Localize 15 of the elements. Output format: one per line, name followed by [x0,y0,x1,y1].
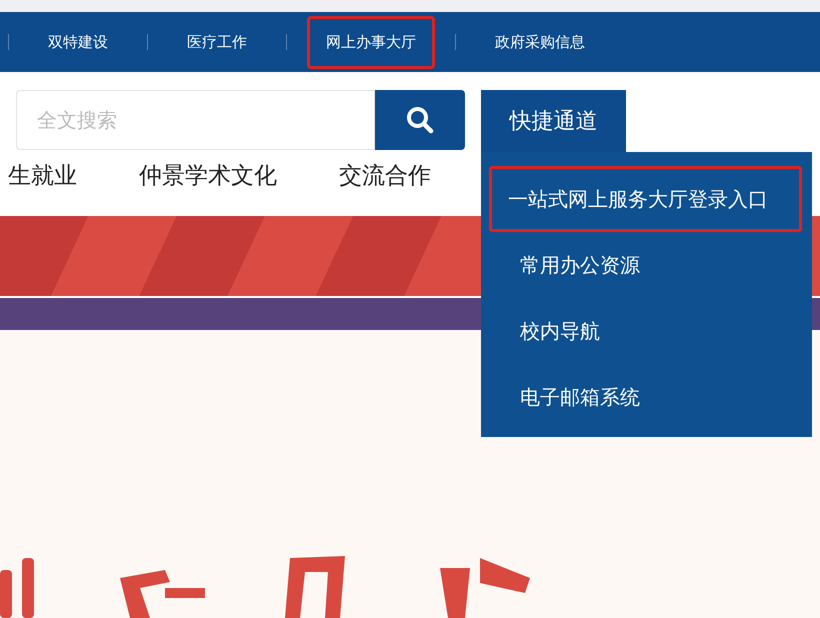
dropdown-item[interactable]: 校内导航 [491,298,802,364]
main-nav-link[interactable]: 仲景学术文化 [139,160,277,191]
main-nav-link[interactable]: 生就业 [8,160,77,191]
top-nav-link[interactable]: 政府采购信息 [476,16,604,68]
main-nav-link[interactable]: 交流合作 [339,160,431,191]
top-nav-link[interactable]: 双特建设 [29,16,127,68]
dropdown-item[interactable]: 电子邮箱系统 [491,364,802,430]
search-icon [405,105,435,135]
top-nav-link[interactable]: 网上办事大厅 [307,16,435,68]
top-nav-link[interactable]: 医疗工作 [168,16,266,68]
dropdown-item[interactable]: 常用办公资源 [491,232,802,298]
quick-access-tab[interactable]: 快捷通道 [481,90,626,152]
dropdown-item[interactable]: 一站式网上服务大厅登录入口 [489,166,802,232]
search-field[interactable]: 全文搜索 [16,90,375,150]
search-button[interactable] [375,90,465,150]
